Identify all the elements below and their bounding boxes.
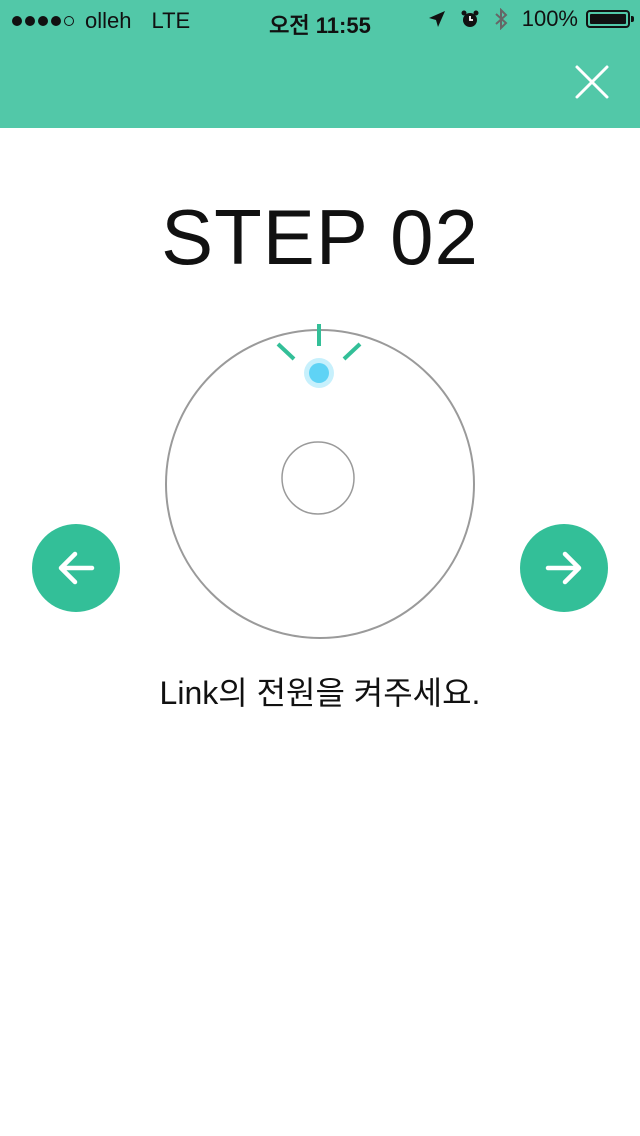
close-button[interactable] bbox=[574, 64, 610, 100]
device-top-view-icon bbox=[165, 324, 475, 639]
arrow-left-icon bbox=[58, 551, 95, 585]
bluetooth-icon bbox=[494, 8, 508, 30]
next-step-button[interactable] bbox=[520, 524, 608, 612]
location-arrow-icon bbox=[428, 10, 446, 28]
device-illustration bbox=[164, 320, 476, 640]
close-icon bbox=[575, 65, 609, 99]
alarm-icon bbox=[460, 9, 480, 29]
arrow-right-icon bbox=[545, 551, 582, 585]
status-right: 100% bbox=[414, 6, 634, 32]
battery-percent: 100% bbox=[521, 6, 578, 31]
previous-step-button[interactable] bbox=[32, 524, 120, 612]
header-bar: olleh LTE 오전 11:55 100% bbox=[0, 0, 640, 128]
step-title: STEP 02 bbox=[161, 193, 479, 281]
status-bar: olleh LTE 오전 11:55 100% bbox=[0, 0, 640, 40]
instruction-text: Link의 전원을 켜주세요. bbox=[159, 675, 481, 711]
battery-icon bbox=[586, 10, 634, 28]
